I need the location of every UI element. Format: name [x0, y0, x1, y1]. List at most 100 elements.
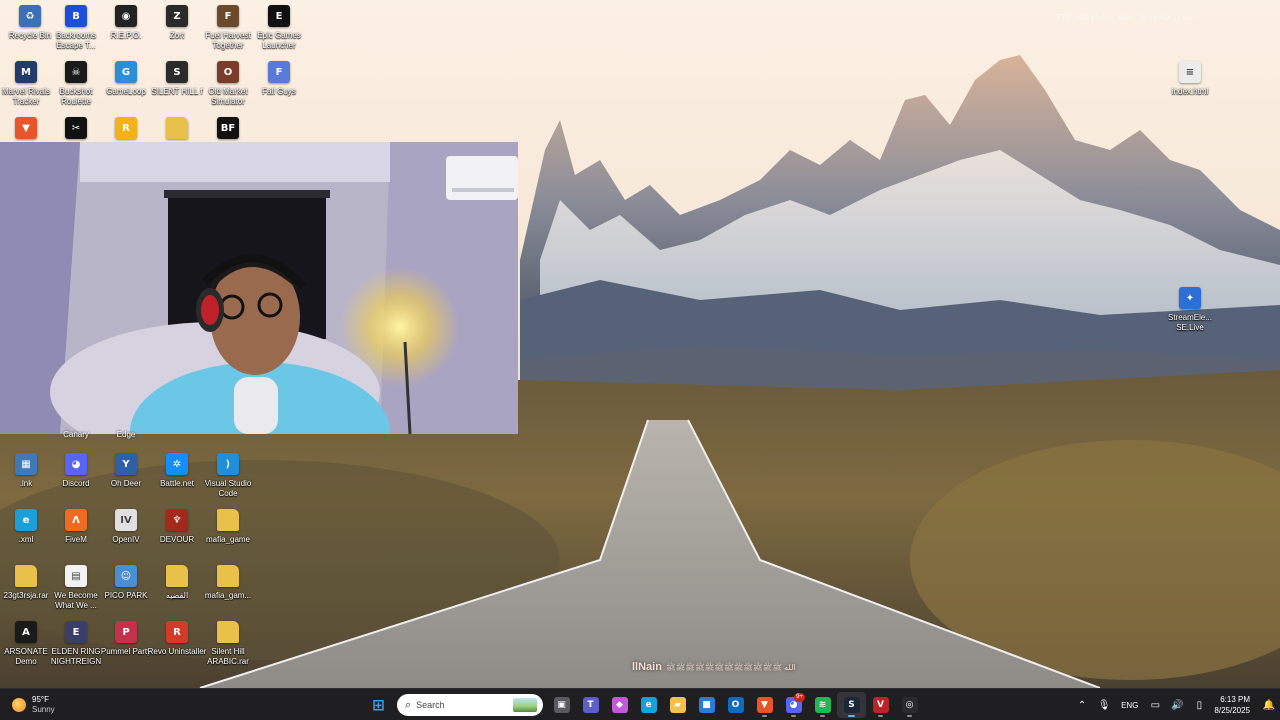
- volume-icon[interactable]: 🔊: [1166, 689, 1188, 720]
- index-html-icon: ≡: [1179, 61, 1201, 83]
- desktop-icon-openiv[interactable]: IV OpenIV: [100, 509, 152, 563]
- desktop-icon-pico-park[interactable]: ☺ PICO PARK: [100, 565, 152, 619]
- chevron-up-icon[interactable]: ⌃: [1071, 689, 1093, 720]
- steam-icon: S: [843, 697, 860, 713]
- stream-ticker: TTS: #ttd | !yoo | #tee | ;hma #tw | Liv…: [1056, 13, 1193, 22]
- desktop-icon-old-market-simulator[interactable]: O Old Market Simulator: [202, 61, 254, 115]
- taskbar-start-button[interactable]: ⊞: [364, 692, 393, 718]
- search-box[interactable]: ⌕: [397, 694, 543, 716]
- desktop-icon-ink[interactable]: ▦ .lnk: [0, 453, 52, 507]
- desktop-icon-gameloop[interactable]: G GameLoop: [100, 61, 152, 115]
- desktop-icon-we-become-what-we-behold[interactable]: ▤ We Become What We ...: [50, 565, 102, 619]
- desktop-icon-epic-games-launcher[interactable]: E Epic Games Launcher: [253, 5, 305, 59]
- taskbar-spotify[interactable]: ≋: [808, 692, 837, 718]
- taskbar-outlook[interactable]: O: [721, 692, 750, 718]
- clock[interactable]: 6:13 PM 8/25/2025: [1210, 694, 1258, 716]
- taskbar-task-view[interactable]: ▣: [547, 692, 576, 718]
- epic-games-launcher-icon: E: [268, 5, 290, 27]
- desktop-icon-marvel-rivals-tracker[interactable]: M Marvel Rivals Tracker: [0, 61, 52, 115]
- old-market-simulator-icon: O: [217, 61, 239, 83]
- microsoft-store-icon: ■: [698, 697, 715, 713]
- pico-park-icon: ☺: [115, 565, 137, 587]
- network-icon[interactable]: ▭: [1144, 689, 1166, 720]
- desktop-icon-fivem[interactable]: Λ FiveM: [50, 509, 102, 563]
- devour-icon: ♆: [166, 509, 188, 531]
- openiv-icon: IV: [115, 509, 137, 531]
- language-indicator[interactable]: ENG: [1115, 701, 1144, 710]
- desktop-icon-silent-hill-f[interactable]: S SILENT HILL f: [151, 61, 203, 115]
- desktop-icon-devour[interactable]: ♆ DEVOUR: [151, 509, 203, 563]
- desktop-icon-elden-ring-nightreign[interactable]: E ELDEN RING NIGHTREIGN: [50, 621, 102, 675]
- desktop-icon-zort[interactable]: Z Zort: [151, 5, 203, 59]
- desktop-icon-fall-guys[interactable]: F Fall Guys: [253, 61, 305, 115]
- silent-hill-arabic-rar-icon: [217, 621, 239, 643]
- edge-icon: e: [640, 697, 657, 713]
- desktop-icon-silent-hill-arabic-rar[interactable]: Silent Hill ARABIC.rar: [202, 621, 254, 675]
- taskbar-obs[interactable]: ◎: [895, 692, 924, 718]
- taskbar-steam[interactable]: S: [837, 692, 866, 718]
- file-explorer-icon: ▰: [669, 697, 686, 713]
- streamelements-icon: ✦: [1179, 287, 1201, 309]
- desktop-icon-arsonate-demo[interactable]: A ARSONATE Demo: [0, 621, 52, 675]
- taskbar: 95°F Sunny ⊞ ⌕ ▣ T ◆ e ▰ ■ O ▼ ◕9+ ≋ SV ◎ ⌃ 🎙 ENG ▭ 🔊…: [0, 688, 1280, 720]
- teams-icon: T: [582, 697, 599, 713]
- desktop-icon-oh-deer[interactable]: Y Oh Deer: [100, 453, 152, 507]
- desktop-icon-repo[interactable]: ◉ R.E.P.O.: [100, 5, 152, 59]
- desktop-icon-pummel-party[interactable]: P Pummel Party: [100, 621, 152, 675]
- battle-net-icon: ✲: [166, 453, 188, 475]
- visual-studio-code-icon: ⟩: [217, 453, 239, 475]
- webcam-overlay: [0, 142, 518, 434]
- battery-icon[interactable]: ▯: [1188, 689, 1210, 720]
- desktop-icon-label: Epic Games Launcher: [257, 31, 301, 50]
- desktop-icon-streamelements[interactable]: ✦ StreamEle... SE.Live: [1164, 287, 1216, 341]
- mafia-game-icon: [217, 509, 239, 531]
- desktop-icon-edge-xml[interactable]: e .xml: [0, 509, 52, 563]
- microphone-icon[interactable]: 🎙: [1093, 689, 1115, 720]
- repo-icon: ◉: [115, 5, 137, 27]
- desktop-icon-buckshot-roulette[interactable]: ☠ Buckshot Roulette: [50, 61, 102, 115]
- search-input[interactable]: [416, 700, 497, 710]
- copilot-icon: ◆: [611, 697, 628, 713]
- desktop-icon-battle-net[interactable]: ✲ Battle.net: [151, 453, 203, 507]
- desktop-icon-mafia-game-2[interactable]: mafia_gam...: [202, 565, 254, 619]
- clock-date: 8/25/2025: [1214, 706, 1250, 715]
- notification-bell-icon[interactable]: 🔔: [1258, 689, 1280, 720]
- desktop-icon-index-html[interactable]: ≡ index.html: [1164, 61, 1216, 115]
- desktop-icon-revo-uninstaller[interactable]: R Revo Uninstaller: [148, 621, 206, 675]
- fivem-icon: Λ: [65, 509, 87, 531]
- desktop-icon-rar-archive[interactable]: 23gt3rsja.rar: [0, 565, 52, 619]
- notification-badge: 9+: [794, 693, 805, 702]
- desktop-icon-label: Silent Hill ARABIC.rar: [207, 647, 249, 666]
- taskbar-voicemeeter[interactable]: V: [866, 692, 895, 718]
- desktop-icon-discord[interactable]: ◕ Discord: [50, 453, 102, 507]
- edge-xml-icon: e: [15, 509, 37, 531]
- desktop-icon-fuel-harvest-together[interactable]: F Fuel Harvest Together: [202, 5, 254, 59]
- taskbar-teams[interactable]: T: [576, 692, 605, 718]
- taskbar-copilot[interactable]: ◆: [605, 692, 634, 718]
- desktop-icon-visual-studio-code[interactable]: ⟩ Visual Studio Code: [202, 453, 254, 507]
- zort-icon: Z: [166, 5, 188, 27]
- gameloop-icon: G: [115, 61, 137, 83]
- weather-widget[interactable]: 95°F Sunny: [12, 693, 55, 717]
- taskbar-microsoft-store[interactable]: ■: [692, 692, 721, 718]
- taskbar-edge[interactable]: e: [634, 692, 663, 718]
- partial-label-edge: Edge: [116, 430, 136, 439]
- start-button-icon: ⊞: [372, 696, 385, 714]
- outlook-icon: O: [727, 697, 744, 713]
- desktop-icon-label: mafia_gam...: [204, 591, 252, 600]
- weather-temperature: 95°F: [32, 695, 49, 704]
- brave-icon: ▼: [15, 117, 37, 139]
- ink-icon: ▦: [15, 453, 37, 475]
- fall-guys-icon: F: [268, 61, 290, 83]
- buckshot-roulette-icon: ☠: [65, 61, 87, 83]
- recycle-bin-icon: ♻: [19, 5, 41, 27]
- desktop-icon-mafia-game[interactable]: mafia_game: [202, 509, 254, 563]
- taskbar-discord[interactable]: ◕ 9+: [779, 692, 808, 718]
- partial-label-canary: Canary: [63, 430, 89, 439]
- desktop-icon-backrooms-escape[interactable]: B Backrooms Escape T...: [50, 5, 102, 59]
- taskbar-file-explorer[interactable]: ▰: [663, 692, 692, 718]
- voicemeeter-icon: V: [872, 697, 889, 713]
- desktop-icon-arabic-folder[interactable]: القضيه: [151, 565, 203, 619]
- bf-game-icon: BF: [217, 117, 239, 139]
- taskbar-brave[interactable]: ▼: [750, 692, 779, 718]
